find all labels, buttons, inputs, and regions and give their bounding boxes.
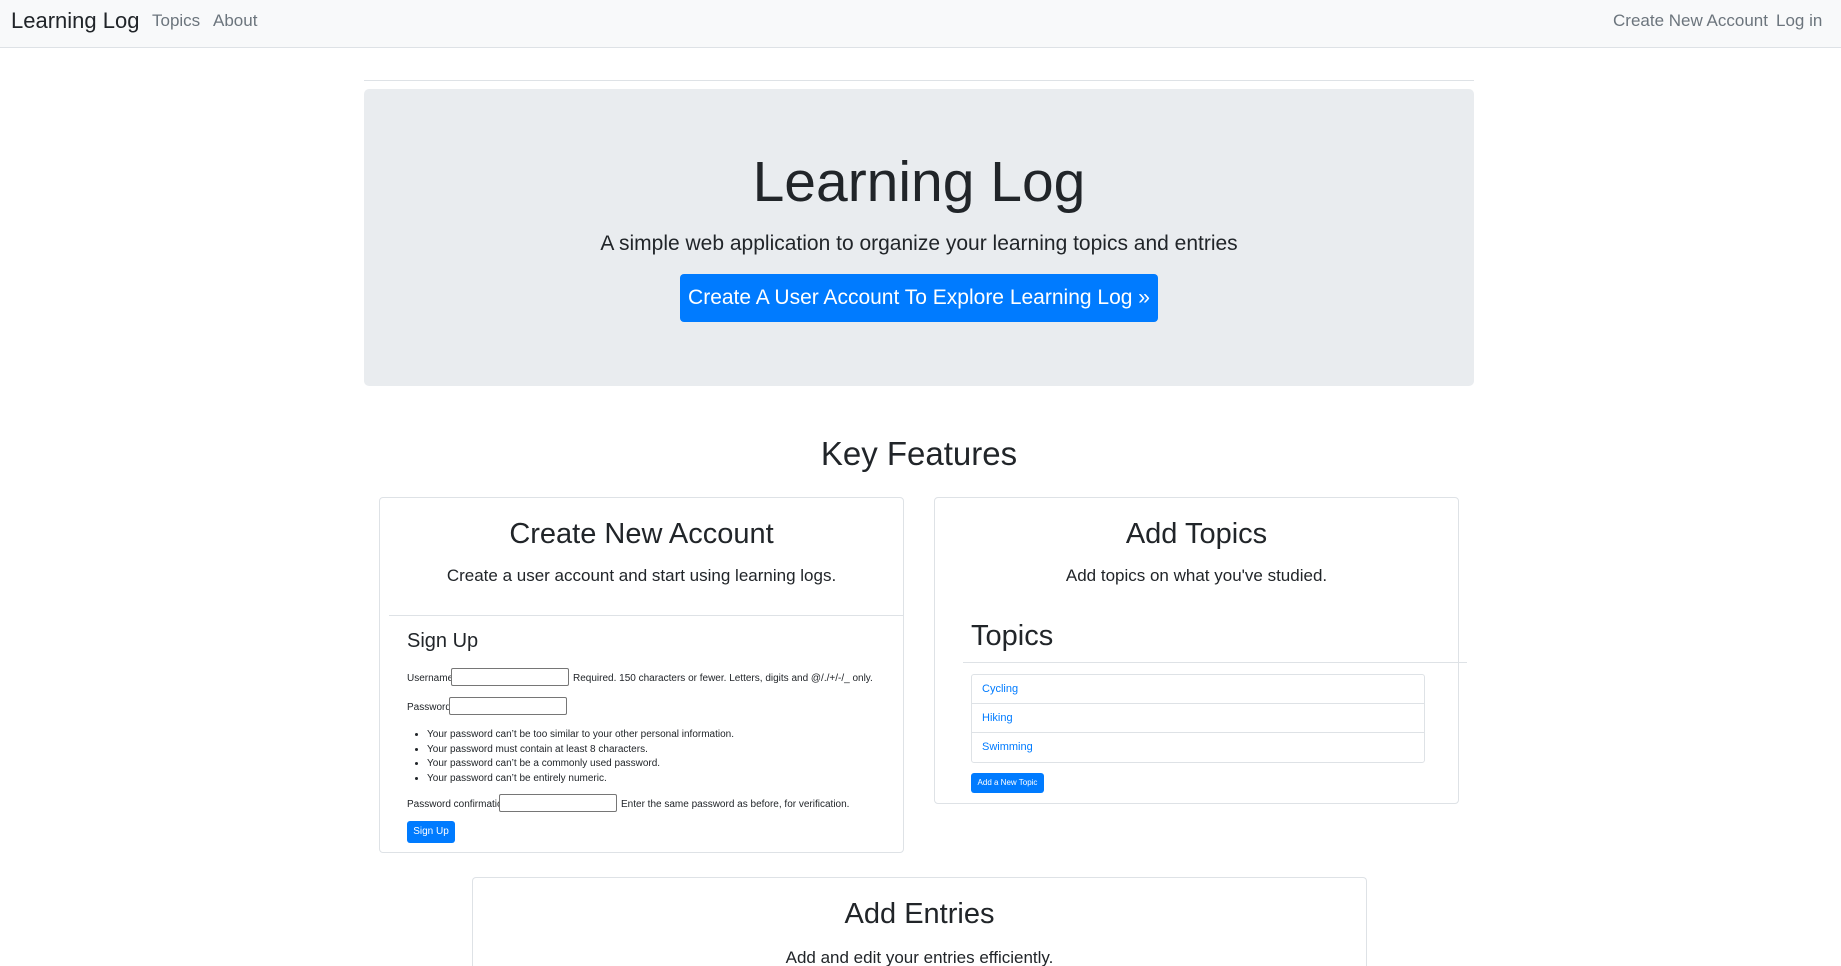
add-entries-card: Add Entries Add and edit your entries ef…: [472, 877, 1367, 966]
list-item: Your password can’t be a commonly used p…: [427, 757, 734, 772]
topics-heading: Topics: [971, 620, 1054, 652]
jumbotron-title: Learning Log: [752, 150, 1086, 214]
password-label: Password:: [407, 702, 454, 713]
topic-link-hiking[interactable]: Hiking: [972, 704, 1424, 733]
nav-topics-link[interactable]: Topics: [152, 11, 200, 31]
password-rules-list: Your password can’t be too similar to yo…: [427, 728, 734, 786]
brand-link[interactable]: Learning Log: [11, 8, 139, 34]
username-help: Required. 150 characters or fewer. Lette…: [573, 673, 873, 684]
username-input[interactable]: [451, 668, 569, 686]
divider: [963, 662, 1467, 663]
key-features-title: Key Features: [820, 435, 1018, 472]
password-confirm-help: Enter the same password as before, for v…: [621, 799, 850, 810]
nav-create-account-link[interactable]: Create New Account: [1613, 11, 1768, 31]
nav-login-link[interactable]: Log in: [1776, 11, 1822, 31]
sign-up-button[interactable]: Sign Up: [407, 821, 455, 843]
signup-heading: Sign Up: [407, 630, 479, 652]
add-topics-card: Add Topics Add topics on what you've stu…: [934, 497, 1467, 804]
topic-link-swimming[interactable]: Swimming: [972, 733, 1424, 762]
password-input[interactable]: [449, 697, 567, 715]
list-item: Your password can’t be too similar to yo…: [427, 728, 734, 743]
card-title: Add Topics: [1125, 518, 1268, 550]
card-title: Add Entries: [844, 898, 995, 930]
username-label: Username:: [407, 673, 456, 684]
topic-link-cycling[interactable]: Cycling: [972, 675, 1424, 704]
topics-list: Cycling Hiking Swimming: [971, 674, 1425, 763]
password-confirm-label: Password confirmation:: [407, 799, 511, 810]
signup-form: Sign Up Username: Required. 150 characte…: [389, 615, 904, 843]
navbar: Learning Log Topics About Create New Acc…: [0, 0, 1841, 48]
create-account-cta-button[interactable]: Create A User Account To Explore Learnin…: [680, 274, 1158, 322]
list-item: Your password must contain at least 8 ch…: [427, 743, 734, 758]
card-text: Create a user account and start using le…: [446, 566, 837, 585]
card-title: Create New Account: [509, 518, 774, 550]
password-confirm-input[interactable]: [499, 794, 617, 812]
divider: [364, 80, 1474, 81]
add-new-topic-button[interactable]: Add a New Topic: [971, 773, 1044, 793]
list-item: Your password can’t be entirely numeric.: [427, 772, 734, 787]
create-account-card: Create New Account Create a user account…: [379, 497, 904, 853]
jumbotron: Learning Log A simple web application to…: [364, 89, 1474, 386]
nav-about-link[interactable]: About: [213, 11, 257, 31]
jumbotron-lead: A simple web application to organize you…: [600, 232, 1238, 255]
card-text: Add and edit your entries efficiently.: [785, 948, 1054, 966]
card-text: Add topics on what you've studied.: [1065, 566, 1328, 585]
